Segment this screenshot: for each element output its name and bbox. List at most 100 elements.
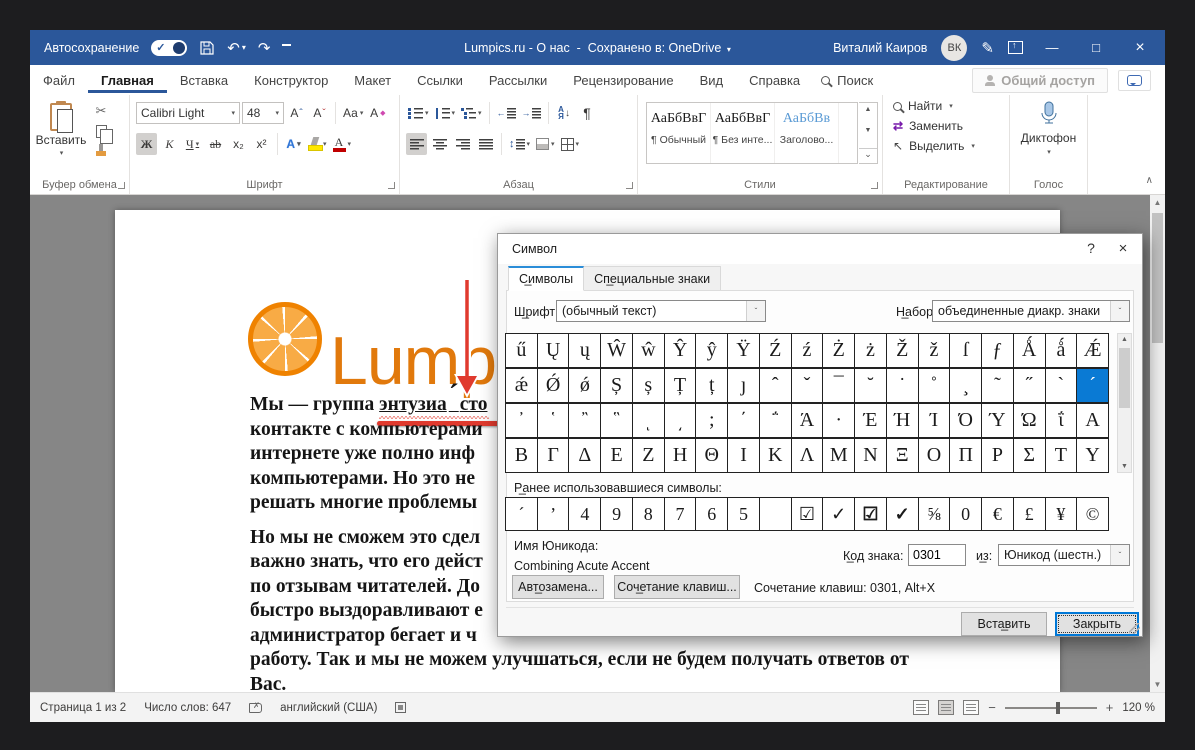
justify-button[interactable] [475,133,496,155]
symbol-cell[interactable]: Ǿ [538,369,570,403]
symbol-cell[interactable]: ` [1046,369,1078,403]
vertical-scrollbar[interactable]: ▲ ▼ [1150,195,1165,692]
scroll-up-icon[interactable]: ▲ [865,106,872,113]
ink-pen-icon[interactable]: ✎ [981,39,994,57]
symbol-cell[interactable]: Θ [696,439,728,473]
autocorrect-button[interactable]: Авт̲озамена... [512,575,604,599]
scroll-down-icon[interactable]: ▼ [1150,680,1165,689]
style-item[interactable]: АаБбВвГ ¶ Без инте... [711,103,775,163]
char-code-input[interactable] [908,544,966,566]
subscript-button[interactable]: x₂ [228,133,249,155]
ribbon-tab[interactable]: Рассылки [476,67,560,93]
symbol-cell[interactable]: Ρ [982,439,1014,473]
font-color-button[interactable]: А▾ [331,133,354,155]
symbol-cell[interactable]: ͵ [665,404,697,438]
print-layout-button[interactable] [938,700,954,715]
replace-button[interactable]: ⇄ Заменить [893,119,1009,133]
symbol-cell[interactable]: Ǻ [1014,334,1046,368]
gallery-more-icon[interactable]: ⌄ [859,148,877,160]
zoom-level[interactable]: 120 % [1122,702,1155,714]
shrink-font-button[interactable]: А [309,102,330,124]
styles-gallery-scroll[interactable]: ▲ ▼ ⌄ [859,102,878,164]
symbol-cell[interactable]: ῍ [569,404,601,438]
symbol-cell[interactable]: Ζ [633,439,665,473]
close-button[interactable]: × [1125,39,1155,57]
resize-grip[interactable] [1129,623,1140,634]
align-left-button[interactable] [406,133,427,155]
recent-symbol-cell[interactable]: ’ [538,498,570,531]
recent-symbol-cell[interactable]: ´ [506,498,538,531]
symbol-cell[interactable]: · [823,404,855,438]
symbol-cell[interactable]: Ź [760,334,792,368]
symbol-cell[interactable]: ¸ [950,369,982,403]
symbol-cell[interactable]: Ί [919,404,951,438]
saved-status[interactable]: Сохранено в: OneDrive [588,41,722,55]
symbol-cell[interactable]: ſ [950,334,982,368]
ribbon-tab[interactable]: Вставка [167,67,241,93]
macro-recording-icon[interactable] [395,702,406,713]
symbol-cell[interactable]: Γ [538,439,570,473]
recent-symbol-cell[interactable]: 8 [633,498,665,531]
dialog-titlebar[interactable]: Символ [498,234,1142,264]
symbol-cell[interactable]: ´ [1077,369,1109,403]
symbol-cell[interactable]: Λ [792,439,824,473]
symbol-cell[interactable]: ž [919,334,951,368]
symbol-cell[interactable]: Ή [887,404,919,438]
zoom-in-button[interactable]: + [1106,700,1114,715]
comments-button[interactable] [1118,70,1151,91]
language-indicator[interactable]: английский (США) [280,702,377,714]
from-combobox[interactable]: Юникод (шестн.) ˇ [998,544,1130,566]
collapse-ribbon-button[interactable]: ∧ [1146,175,1153,186]
clipboard-dialog-launcher[interactable] [118,182,125,189]
symbol-cell[interactable]: Ώ [1014,404,1046,438]
style-item[interactable]: АаБбВв Заголово... [775,103,839,163]
symbol-cell[interactable]: ͺ [633,404,665,438]
symbol-cell[interactable]: ˆ [760,369,792,403]
tell-me-search[interactable]: Поиск [821,73,873,88]
recent-symbol-cell[interactable]: ☑ [855,498,887,531]
superscript-button[interactable]: x² [251,133,272,155]
symbol-cell[interactable]: Ÿ [728,334,760,368]
symbol-cell[interactable]: Π [950,439,982,473]
symbol-cell[interactable]: Ύ [982,404,1014,438]
ribbon-tab[interactable]: Конструктор [241,67,341,93]
symbol-cell[interactable]: Ŵ [601,334,633,368]
symbol-cell[interactable]: ŵ [633,334,665,368]
recent-symbol-cell[interactable]: ☑ [792,498,824,531]
word-count[interactable]: Число слов: 647 [144,702,231,714]
autosave-toggle[interactable]: ✓ [151,40,187,56]
proofing-errors-icon[interactable] [249,703,262,713]
symbol-cell[interactable]: ΅ [760,404,792,438]
symbol-cell[interactable]: ˘ [855,369,887,403]
ribbon-tab[interactable]: Ссылки [404,67,476,93]
zoom-slider-thumb[interactable] [1056,702,1060,714]
sort-button[interactable]: АЯ↓ [554,102,575,124]
symbol-cell[interactable]: Ν [855,439,887,473]
recent-symbol-cell[interactable]: © [1077,498,1109,531]
decrease-indent-button[interactable]: ← [495,102,518,124]
page-indicator[interactable]: Страница 1 из 2 [40,702,126,714]
text-effects-button[interactable]: А▾ [283,133,304,155]
symbol-cell[interactable]: ŷ [696,334,728,368]
symbol-cell[interactable]: Ε [601,439,633,473]
bold-button[interactable]: Ж [136,133,157,155]
redo-button[interactable]: ↷ [258,39,271,57]
read-mode-button[interactable] [913,700,929,715]
bullets-button[interactable]: ▾ [406,102,431,124]
symbol-cell[interactable]: ǿ [569,369,601,403]
tab-special-characters[interactable]: Сп̲ециальные знаки [583,266,721,291]
symbol-cell[interactable]: Ż [823,334,855,368]
symbol-cell[interactable]: ; [696,404,728,438]
symbol-cell[interactable]: Κ [760,439,792,473]
symbol-cell[interactable]: Ά [792,404,824,438]
find-button[interactable]: Найти ▾ [893,99,1009,113]
ribbon-display-options-button[interactable] [1008,41,1023,54]
maximize-button[interactable]: □ [1081,40,1111,55]
symbol-cell[interactable]: ˝ [1014,369,1046,403]
cut-button[interactable]: ✂ [96,103,107,119]
symbol-cell[interactable]: Ț [665,369,697,403]
symbol-cell[interactable]: ų [569,334,601,368]
symbol-cell[interactable]: ƒ [982,334,1014,368]
avatar[interactable]: ВК [941,35,967,61]
minimize-button[interactable]: — [1037,40,1067,55]
